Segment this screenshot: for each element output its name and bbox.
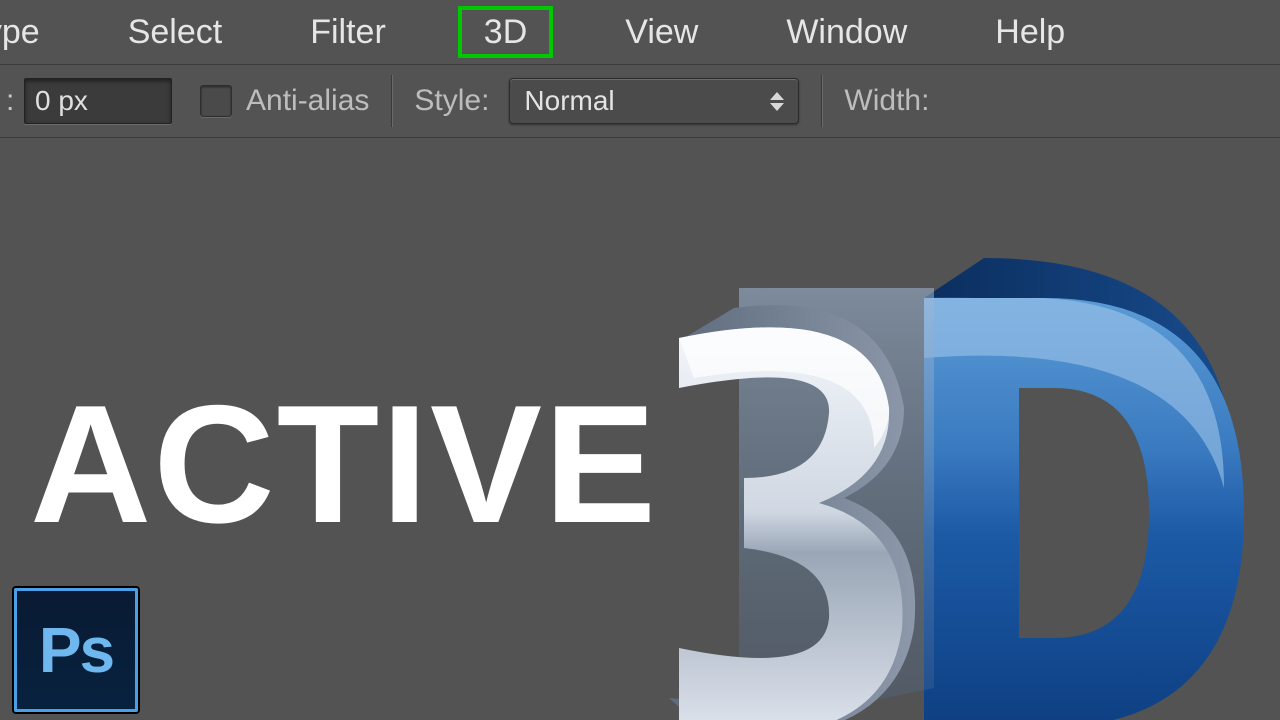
anti-alias-checkbox[interactable] xyxy=(200,85,232,117)
anti-alias-label: Anti-alias xyxy=(246,84,369,118)
options-bar: : 0 px Anti-alias Style: Normal Width: xyxy=(0,64,1280,138)
menu-item-window[interactable]: Window xyxy=(770,8,923,57)
truncated-label: : xyxy=(6,84,20,118)
menu-item-view[interactable]: View xyxy=(609,8,714,57)
feather-value: 0 px xyxy=(35,85,88,117)
menu-bar: Type Select Filter 3D View Window Help xyxy=(0,0,1280,64)
menu-item-help[interactable]: Help xyxy=(979,8,1081,57)
menu-item-select[interactable]: Select xyxy=(112,8,239,57)
style-value: Normal xyxy=(524,85,614,117)
width-label: Width: xyxy=(844,84,929,118)
menu-item-type[interactable]: Type xyxy=(0,8,56,57)
photoshop-app-icon: Ps xyxy=(14,588,138,712)
canvas-area: ACTIVE xyxy=(0,138,1280,720)
menu-item-filter[interactable]: Filter xyxy=(294,8,402,57)
separator xyxy=(391,75,392,127)
overlay-headline: ACTIVE xyxy=(30,368,658,561)
ps-badge-text: Ps xyxy=(39,613,113,687)
style-dropdown[interactable]: Normal xyxy=(509,78,799,124)
logo-3d-icon xyxy=(624,228,1264,720)
dropdown-arrows-icon xyxy=(770,92,784,111)
style-label: Style: xyxy=(414,84,489,118)
menu-item-3d[interactable]: 3D xyxy=(458,6,553,59)
separator xyxy=(821,75,822,127)
feather-input[interactable]: 0 px xyxy=(24,78,172,124)
